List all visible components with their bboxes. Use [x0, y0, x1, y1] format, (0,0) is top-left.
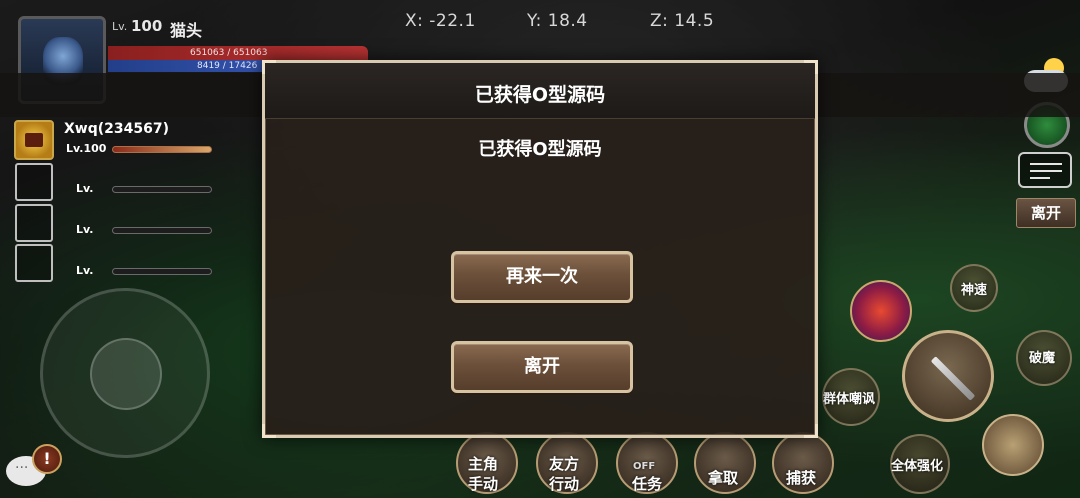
coord-y: Y: 18.4 [527, 11, 588, 31]
team-leader-name: Xwq(234567) [64, 121, 169, 137]
team-slot-empty[interactable] [15, 204, 53, 242]
fire-skill-icon[interactable] [850, 280, 912, 342]
team-leader-level: Lv.100 [66, 142, 107, 155]
leave-button[interactable]: 离开 [451, 341, 633, 393]
reward-dialog: 已获得O型源码 已获得O型源码 再来一次 离开 [262, 60, 818, 438]
sword-attack-icon[interactable] [902, 330, 994, 422]
task-label: 任务 [632, 475, 663, 493]
speed-skill-label: 神速 [961, 283, 988, 298]
team-slot-hp-bar [112, 268, 212, 275]
team-slot-level: Lv. [76, 264, 94, 277]
retry-button[interactable]: 再来一次 [451, 251, 633, 303]
break-skill-label: 破魔 [1029, 351, 1056, 366]
leave-side-button[interactable]: 离开 [1016, 198, 1076, 228]
player-level-prefix: Lv. [112, 20, 128, 33]
ally-action-label: 友方 行动 [549, 455, 580, 493]
team-slot-level: Lv. [76, 223, 94, 236]
coord-x: X: -22.1 [405, 11, 476, 31]
taunt-skill-label: 群体嘲讽 [823, 392, 876, 407]
wing-skill-icon[interactable] [982, 414, 1044, 476]
team-leader-hp-bar [112, 146, 212, 153]
protagonist-action-label: 主角 手动 [468, 455, 499, 493]
team-slot-empty[interactable] [15, 163, 53, 201]
player-level: 100 [131, 17, 163, 35]
message-icon[interactable] [1018, 152, 1072, 188]
player-mp-text: 8419 / 17426 [197, 61, 258, 71]
dialog-title: 已获得O型源码 [474, 84, 606, 106]
team-slot-empty[interactable] [15, 244, 53, 282]
dialog-message: 已获得O型源码 [478, 139, 602, 160]
capture-label: 捕获 [786, 469, 817, 487]
take-label: 拿取 [708, 469, 739, 487]
coord-z: Z: 14.5 [650, 11, 715, 31]
alert-icon[interactable]: ! [32, 444, 62, 474]
team-slot-hp-bar [112, 227, 212, 234]
buff-skill-label: 全体强化 [891, 459, 944, 474]
team-leader-avatar[interactable] [14, 120, 54, 160]
team-slot-hp-bar [112, 186, 212, 193]
player-name: 猫头 [170, 21, 203, 40]
team-slot-level: Lv. [76, 182, 94, 195]
dialog-header: 已获得O型源码 [265, 63, 815, 119]
joystick-knob[interactable] [90, 338, 162, 410]
player-hp-text: 651063 / 651063 [190, 48, 268, 58]
